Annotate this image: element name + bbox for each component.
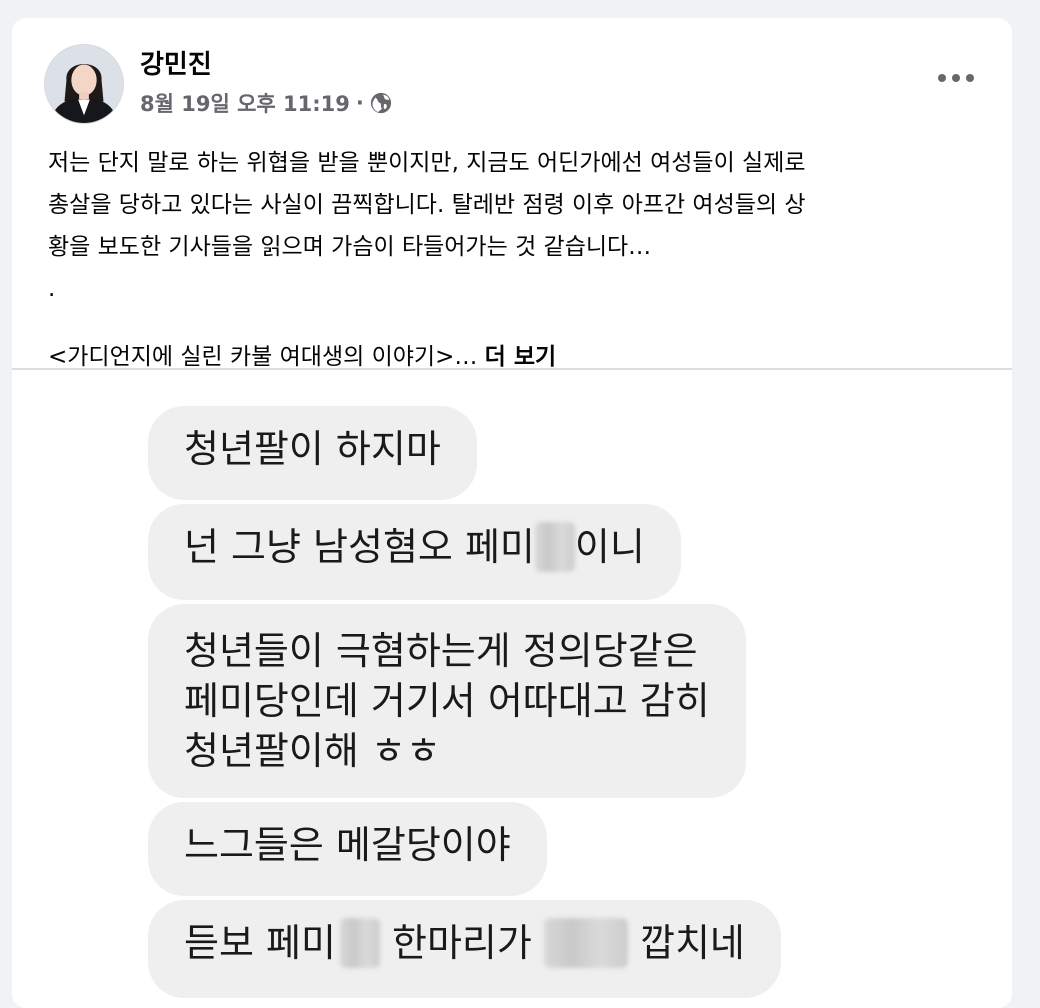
post-timestamp[interactable]: 8월 19일 오후 11:19	[140, 88, 350, 118]
post-text-line: 총살을 당하고 있다는 사실이 끔찍합니다. 탈레반 점령 이후 아프간 여성들…	[48, 192, 806, 218]
post-text-line: 황을 보도한 기사들을 읽으며 가슴이 타들어가는 것 같습니다…	[48, 234, 652, 260]
message-text: 한마리가	[379, 921, 544, 965]
globe-icon[interactable]	[370, 92, 392, 114]
more-options-icon	[938, 74, 946, 82]
post-body: 저는 단지 말로 하는 위협을 받을 뿐이지만, 지금도 어딘가에선 여성들이 …	[48, 142, 978, 378]
chat-bubble: 듣보 페미 한마리가 깝치네	[148, 900, 781, 998]
message-text: 넌 그냥 남성혐오 페미	[184, 525, 535, 569]
see-more-link[interactable]: 더 보기	[485, 344, 557, 370]
post-header: 강민진 8월 19일 오후 11:19 ·	[12, 18, 1012, 138]
post-text-line: 저는 단지 말로 하는 위협을 받을 뿐이지만, 지금도 어딘가에선 여성들이 …	[48, 150, 806, 176]
message-text: 이니	[574, 525, 645, 569]
redaction-blur	[543, 917, 628, 968]
avatar[interactable]	[44, 44, 124, 124]
message-text: 느그들은 메갈당이야	[184, 823, 511, 867]
message-text: 깝치네	[627, 921, 745, 965]
post-card: 강민진 8월 19일 오후 11:19 · 저는 단지 말로 하는 위협을 받을…	[12, 18, 1012, 1008]
meta-separator: ·	[355, 91, 364, 115]
post-image[interactable]: 청년팔이 하지마 넌 그냥 남성혐오 페미 이니 청년들이 극혐하는게 정의당같은…	[12, 370, 1012, 1008]
chat-bubble: 넌 그냥 남성혐오 페미 이니	[148, 504, 681, 600]
author-name[interactable]: 강민진	[140, 44, 212, 81]
post-text-line: .	[48, 276, 56, 302]
chat-bubble: 청년팔이 하지마	[148, 406, 477, 500]
profile-photo-icon	[45, 45, 123, 123]
chat-bubble: 느그들은 메갈당이야	[148, 802, 547, 896]
chat-bubble: 청년들이 극혐하는게 정의당같은 페미당인데 거기서 어따대고 감히 청년팔이해…	[148, 604, 746, 798]
message-text: 청년들이 극혐하는게 정의당같은	[184, 629, 698, 673]
more-options-button[interactable]	[932, 58, 980, 98]
post-meta: 8월 19일 오후 11:19 ·	[140, 88, 392, 118]
message-text: 청년팔이해 ㅎㅎ	[184, 729, 441, 773]
message-text: 청년팔이 하지마	[184, 427, 441, 471]
article-title-text: <가디언지에 실린 카불 여대생의 이야기>…	[48, 344, 478, 370]
redaction-blur	[339, 917, 380, 968]
message-text: 듣보 페미	[184, 921, 336, 965]
redaction-blur	[534, 521, 575, 572]
message-text: 페미당인데 거기서 어따대고 감히	[184, 679, 710, 723]
